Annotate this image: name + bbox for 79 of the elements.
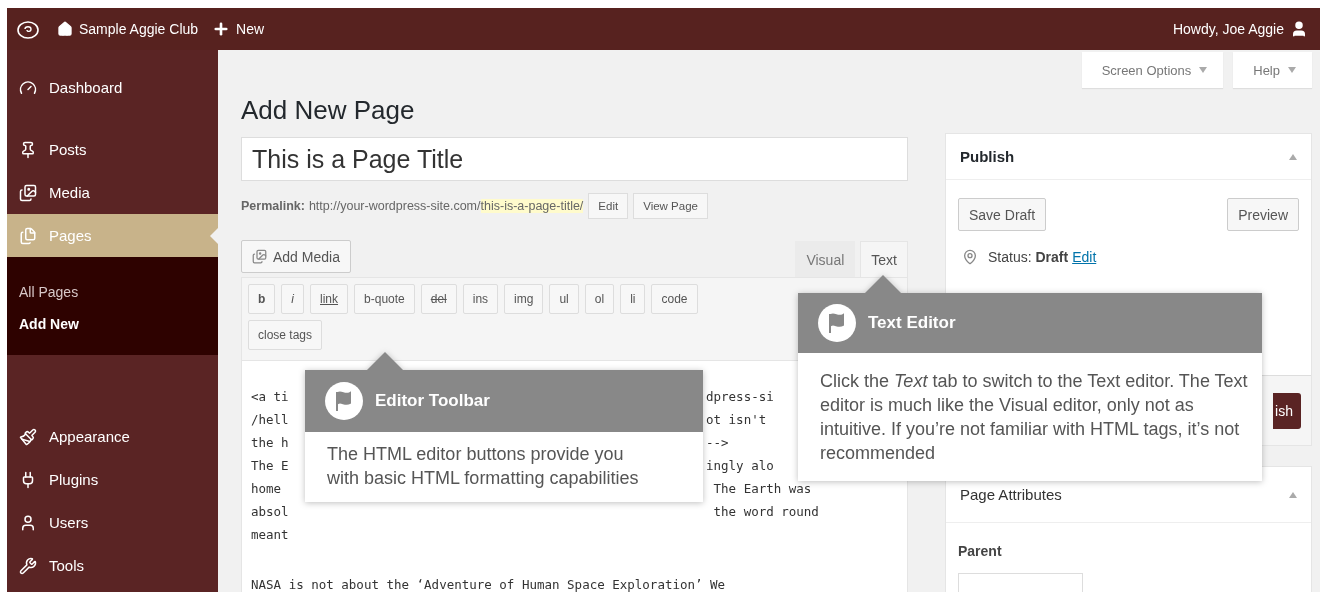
add-media-button[interactable]: Add Media <box>241 240 351 273</box>
permalink-slug: this-is-a-page-title/ <box>480 199 584 213</box>
permalink-button[interactable]: View Page <box>633 193 708 219</box>
quicktag-button[interactable]: b-quote <box>354 284 415 314</box>
quicktag-button[interactable]: ul <box>549 284 579 314</box>
code-line: <a ti <box>251 389 289 404</box>
new-link[interactable]: New <box>236 21 265 37</box>
parent-label: Parent <box>958 543 1002 559</box>
code-line: home <box>251 481 282 496</box>
logo-icon <box>17 19 39 39</box>
quicktag-button[interactable]: close tags <box>248 320 323 350</box>
quicktag-button[interactable]: b <box>248 284 276 314</box>
code-line: ingly alo <box>706 458 774 473</box>
submenu-item[interactable]: Add New <box>7 308 218 340</box>
code-line: dpress-si <box>706 389 774 404</box>
quicktag-button[interactable]: i <box>281 284 304 314</box>
appearance-icon <box>19 427 37 446</box>
title-field[interactable]: This is a Page Title <box>241 137 908 181</box>
users-icon <box>19 513 37 532</box>
code-line: ot isn't <box>706 412 767 427</box>
box-title: Page Attributes <box>960 486 1062 503</box>
sidebar-item[interactable]: Plugins <box>7 458 218 501</box>
permalink-button[interactable]: Edit <box>588 193 629 219</box>
greeting-link[interactable]: Howdy, Joe Aggie <box>1172 21 1284 37</box>
pages-icon <box>19 226 37 245</box>
permalink-label: Permalink: <box>241 199 305 213</box>
sidebar-item[interactable]: Posts <box>7 128 218 171</box>
caret-icon <box>1288 67 1296 73</box>
permalink-url: http://your-wordpress-site.com/ <box>308 199 481 213</box>
tools-icon <box>19 556 37 575</box>
posts-icon <box>19 140 37 159</box>
quicktag-button[interactable]: ol <box>584 284 615 314</box>
code-line: The E <box>251 458 289 473</box>
edit-link[interactable]: Edit <box>1072 249 1097 265</box>
editor-tab[interactable]: Text <box>860 241 908 277</box>
flag-icon <box>325 382 363 420</box>
home-icon <box>57 21 73 37</box>
quicktag-button[interactable]: img <box>504 284 544 314</box>
pin-icon <box>962 249 978 265</box>
quicktag-button[interactable]: link <box>310 284 349 314</box>
site-name-link[interactable]: Sample Aggie Club <box>79 21 199 37</box>
quicktag-button[interactable]: li <box>620 284 646 314</box>
sidebar-item[interactable]: Appearance <box>7 415 218 458</box>
sidebar-item[interactable]: Media <box>7 171 218 214</box>
screen-tab[interactable]: Help <box>1233 52 1312 88</box>
publish-action-button[interactable]: Save Draft <box>958 198 1047 231</box>
collapse-icon[interactable] <box>1289 153 1297 160</box>
sidebar-item[interactable]: Tools <box>7 544 218 587</box>
code-line: meant <box>251 527 289 542</box>
editor-tab[interactable]: Visual <box>795 241 856 277</box>
tooltip-title: Editor Toolbar <box>375 391 490 411</box>
box-title: Publish <box>960 148 1015 165</box>
sidebar-item[interactable]: Users <box>7 501 218 544</box>
code-line: /hell <box>251 412 289 427</box>
flag-icon <box>818 304 856 342</box>
code-line: NASA is not about the ‘Adventure of Human Space Exploration’ We <box>251 577 726 592</box>
code-line: the word round <box>712 504 819 519</box>
sidebar-item[interactable]: Dashboard <box>7 66 218 109</box>
code-line: --> <box>706 435 729 450</box>
quicktag-button[interactable]: ins <box>462 284 499 314</box>
publish-action-button[interactable]: Preview <box>1227 198 1299 231</box>
code-line: The Earth was <box>712 481 812 496</box>
quicktag-button[interactable]: del <box>420 284 457 314</box>
media-icon <box>19 183 37 202</box>
screen-tab[interactable]: Screen Options <box>1081 52 1224 88</box>
caret-icon <box>1199 67 1208 73</box>
code-line: absol <box>251 504 289 519</box>
user-icon <box>1290 20 1308 38</box>
collapse-icon[interactable] <box>1289 491 1297 498</box>
quicktag-button[interactable]: code <box>651 284 698 314</box>
tooltip-title: Text Editor <box>868 313 956 333</box>
tooltip-text: Click the Text tab to switch to the Text editor. The Text editor is much like the Visual editor, only not as intuitive. If you’re not familiar with HTML tags, it’s not recommended <box>798 353 1262 481</box>
submenu-item[interactable]: All Pages <box>7 276 218 308</box>
dashboard-icon <box>19 78 37 97</box>
status-text: Status: Draft <box>988 249 1069 265</box>
page-heading: Add New Page <box>241 94 415 127</box>
code-line: the h <box>251 435 289 450</box>
publish-button[interactable]: ish <box>1273 392 1301 429</box>
media-icon <box>252 249 267 264</box>
